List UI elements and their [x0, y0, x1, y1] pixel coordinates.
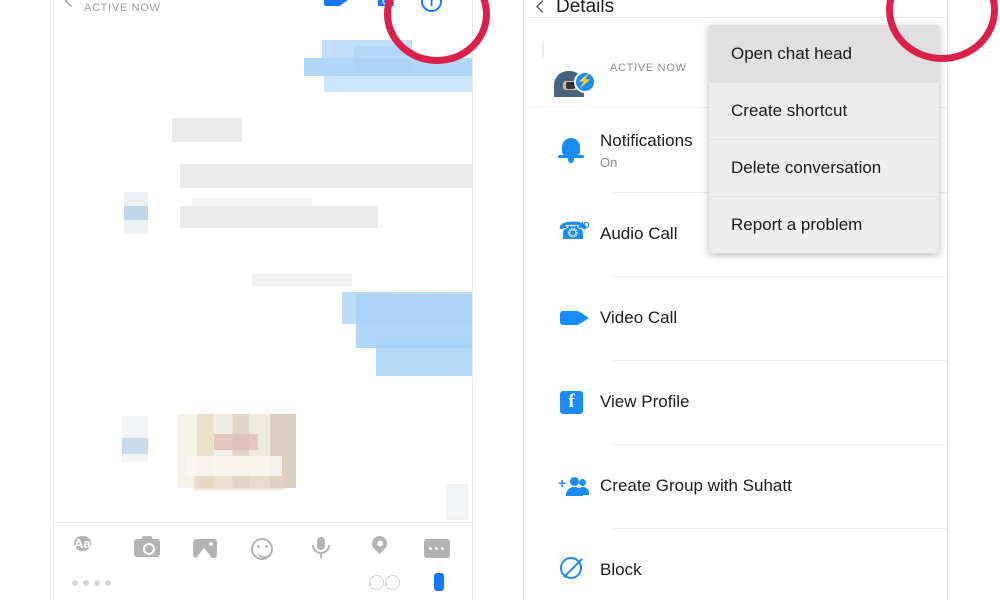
more-options-icon[interactable] [422, 532, 452, 562]
avatar-image [542, 39, 584, 97]
video-camera-icon [556, 303, 600, 333]
chat-header-status: ACTIVE NOW [84, 2, 161, 14]
page-title: Details [556, 0, 615, 17]
location-glyph [368, 532, 391, 555]
overflow-popup-menu: Open chat head Create shortcut Delete co… [709, 25, 939, 253]
details-item-text: Notifications On [600, 131, 693, 170]
send-thumb-icon[interactable] [434, 573, 444, 591]
details-item-label: Notifications [600, 130, 693, 150]
location-pin-icon[interactable] [364, 532, 394, 562]
emoji-quick-icons[interactable] [369, 575, 400, 590]
details-item-block[interactable]: Block [524, 528, 947, 600]
facebook-icon: f [556, 387, 600, 417]
typing-dots-icon [72, 580, 111, 586]
emoji-quick-1[interactable] [369, 575, 384, 590]
avatar[interactable]: ⚡ [542, 39, 596, 97]
composer-tool-row: Aa [54, 523, 472, 571]
composer-input-row[interactable] [54, 571, 472, 600]
mic-stem [320, 553, 322, 558]
video-call-icon[interactable] [324, 0, 348, 13]
details-item-create-group[interactable]: + Create Group with Suhatt [524, 444, 947, 528]
text-format-label: Aa [74, 536, 91, 551]
details-item-text: Create Group with Suhatt [600, 476, 792, 496]
microphone-icon[interactable] [306, 532, 336, 562]
message-composer: Aa [54, 522, 472, 600]
profile-text: ACTIVE NOW [610, 58, 687, 76]
emoji-quick-2[interactable] [385, 575, 400, 590]
details-item-text: Video Call [600, 308, 677, 328]
messenger-bolt-glyph: ⚡ [576, 73, 594, 88]
video-call-glyph [324, 0, 348, 6]
emoji-glyph [251, 538, 273, 560]
details-item-text: Audio Call [600, 224, 678, 244]
bell-icon [556, 135, 600, 165]
back-chevron-icon[interactable] [536, 0, 549, 13]
details-item-label: Video Call [600, 308, 678, 327]
add-group-icon: + [556, 471, 600, 501]
details-item-label: Audio Call [600, 224, 678, 243]
menu-item-create-shortcut[interactable]: Create shortcut [709, 82, 939, 139]
message-trailing-thumb [446, 484, 468, 520]
details-header: Details [524, 0, 947, 18]
back-chevron-icon[interactable] [64, 0, 78, 8]
details-item-view-profile[interactable]: f View Profile [524, 360, 947, 444]
details-item-video-call[interactable]: Video Call [524, 276, 947, 360]
chat-panel: ACTIVE NOW ☎ i Aa [53, 0, 473, 600]
details-item-text: View Profile [600, 392, 689, 412]
text-format-icon[interactable]: Aa [74, 532, 104, 562]
block-icon [556, 555, 600, 585]
camera-glyph [134, 536, 160, 557]
details-item-label: Create Group with Suhatt [600, 476, 792, 495]
emoji-icon[interactable] [248, 532, 278, 562]
details-item-label: Block [600, 560, 642, 579]
gallery-glyph [193, 539, 217, 558]
details-item-label: View Profile [600, 392, 690, 411]
gallery-icon[interactable] [190, 532, 220, 562]
messenger-badge-icon: ⚡ [574, 70, 596, 93]
menu-item-delete-conversation[interactable]: Delete conversation [709, 139, 939, 196]
menu-item-report-a-problem[interactable]: Report a problem [709, 196, 939, 253]
camera-icon[interactable] [132, 532, 162, 562]
message-list[interactable] [54, 16, 472, 522]
details-item-sub: On [600, 154, 618, 170]
more-glyph [424, 539, 450, 558]
screenshot-root: ACTIVE NOW ☎ i Aa Details ⚡ ACTIVE NOW N… [0, 0, 1000, 600]
phone-hd-icon: ☎ HD [558, 218, 590, 245]
details-item-text: Block [600, 560, 642, 580]
profile-status: ACTIVE NOW [610, 61, 687, 74]
